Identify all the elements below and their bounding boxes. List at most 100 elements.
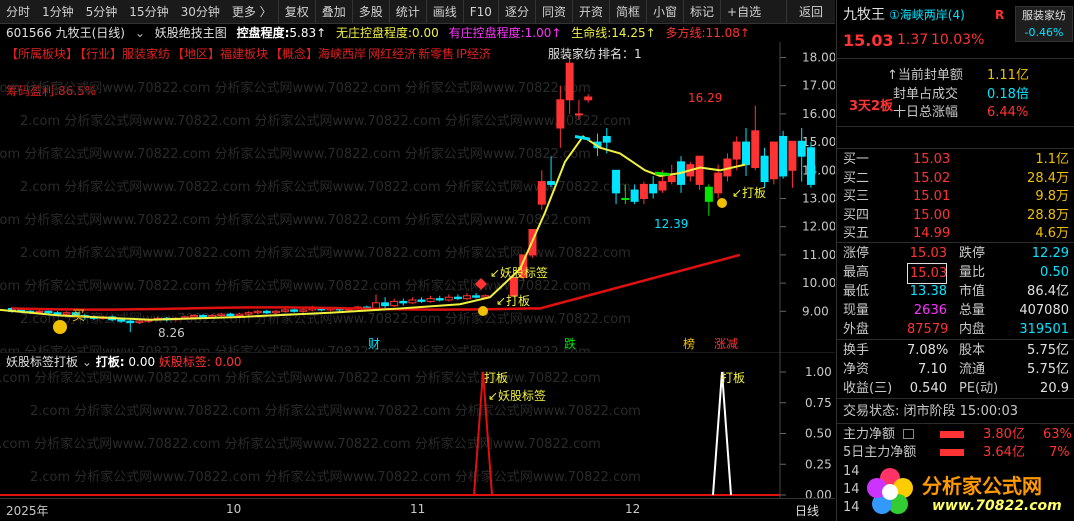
candle [565, 62, 574, 101]
stock-code-name[interactable]: 601566 九牧王(日线) [6, 26, 125, 40]
stat-label: PE(动) [959, 381, 999, 396]
stat-value: 2636 [913, 303, 947, 318]
dab-label: 打板 [721, 371, 745, 385]
toolbar-multi-stock-button[interactable]: 多股 [351, 0, 389, 24]
candle [381, 302, 390, 307]
candle [126, 320, 135, 324]
dab-label: 打板: [95, 355, 125, 369]
toolbar-intraday-button[interactable]: 分时 [0, 0, 36, 24]
toolbar-tick-button[interactable]: 逐分 [497, 0, 535, 24]
bang-label: 榜 [683, 336, 695, 351]
candle [417, 299, 426, 302]
multi-value: 11.08↑ [705, 26, 750, 40]
toolbar-statistics-button[interactable]: 统计 [388, 0, 426, 24]
bid-row: 买四 15.00 28.8万 [837, 206, 1074, 225]
formula-name[interactable]: 妖股绝技主图 [155, 26, 227, 40]
toolbar: 分时 1分钟 5分钟 15分钟 30分钟 更多 〉复权 叠加 多股 统计 画线 F10 逐分 同资 开资简… [0, 0, 835, 24]
watermark: 2.com 分析家公式网www.70822.com 分析家公式网www.7082… [0, 80, 591, 96]
candle [584, 96, 593, 101]
toolbar-overlay-button[interactable]: 叠加 [314, 0, 352, 24]
candle [399, 300, 408, 304]
toolbar-15min-button[interactable]: 15分钟 [123, 0, 174, 24]
sector-name: 服装家纺 [1022, 9, 1066, 22]
candle [453, 296, 462, 300]
toolbar-30min-button[interactable]: 30分钟 [175, 0, 226, 24]
kline-chart[interactable]: 18.00 17.00 16.00 15.00 14.00 13.00 12.00 11.00… [0, 42, 835, 352]
r-badge: R [995, 8, 1005, 22]
toolbar-draw-line-button[interactable]: 画线 [425, 0, 463, 24]
toolbar-f10-button[interactable]: F10 [462, 0, 498, 24]
candle [444, 296, 453, 301]
period-button[interactable]: 日线 [795, 502, 819, 519]
indicator-info-bar: 601566 九牧王(日线) ⌄ 妖股绝技主图 控盘程度:5.83↑ 无庄控盘程… [0, 24, 835, 42]
sub-title[interactable]: 妖股标签打板 [6, 355, 78, 369]
toolbar-restore-rights-button[interactable]: 复权 [277, 0, 315, 24]
rank-label: 排名：1 [598, 46, 642, 61]
candle [779, 135, 788, 177]
bid-volume: 9.8万 [1035, 189, 1069, 204]
y-axis-label: 14.00 [802, 163, 835, 177]
stat-row: 涨停 15.03 跌停 12.29 [837, 244, 1074, 263]
y-axis-label: 11.00 [802, 248, 835, 262]
sub-chart[interactable]: 1.000.750.500.250.002.com 分析家公式网www.7082… [0, 352, 835, 498]
bid-row: 买五 14.99 4.6万 [837, 224, 1074, 243]
y-axis-label: 17.00 [802, 79, 835, 93]
candle [390, 300, 399, 307]
stat-row: 最低 13.38 市值 86.4亿 [837, 282, 1074, 301]
toolbar-mark-button[interactable]: 标记 [683, 0, 720, 24]
toolbar-simple-frame-button[interactable]: 简框 [608, 0, 646, 24]
bid-label: 买四 [843, 207, 870, 223]
candle [547, 181, 556, 185]
stat-value: 15.03 [909, 246, 947, 261]
concept-badge[interactable]: ①海峡两岸(4) [889, 6, 965, 25]
candle [760, 155, 769, 183]
yao-value: 0.00 [214, 355, 242, 369]
toolbar-small-window-button[interactable]: 小窗 [646, 0, 683, 24]
bid-price: 14.99 [913, 226, 951, 241]
bid-label: 买三 [843, 189, 870, 204]
candle [235, 313, 244, 317]
stat-value: 5.75亿 [1027, 362, 1069, 377]
price-change: 1.37 [897, 32, 929, 48]
bid-row: 买二 15.02 28.4万 [837, 169, 1074, 188]
toolbar-same-fund-button[interactable]: 同资 [534, 0, 572, 24]
main-net-bar [940, 431, 964, 438]
dab-label: ↙打板 [732, 186, 766, 200]
five-day-label: 5日主力净额 [843, 445, 917, 460]
zhangjian-label: 涨减 [714, 336, 738, 351]
candle [262, 310, 271, 314]
stat-row: 净资 7.10 流通 5.75亿 [837, 360, 1074, 379]
chevron-icon[interactable]: ⌄ [82, 355, 92, 369]
chevron-icon[interactable]: ⌄ [135, 26, 145, 40]
toolbar-open-fund-button[interactable]: 开资 [571, 0, 609, 24]
sub-y-label: 0.75 [805, 396, 832, 410]
list-icon[interactable] [903, 429, 914, 439]
flower-logo-icon [867, 468, 913, 514]
stat-label: 净资 [843, 362, 870, 377]
yao-label: 妖股标签: [158, 355, 211, 369]
five-day-bar [940, 449, 964, 456]
year-label: 2025年 [6, 504, 49, 518]
candle [649, 183, 658, 194]
candle [630, 189, 639, 202]
toolbar-5min-button[interactable]: 5分钟 [80, 0, 124, 24]
money-bag-icon [478, 306, 488, 316]
bid-volume: 1.1亿 [1035, 152, 1069, 167]
stat-row: 收益(三) 0.540 PE(动) 20.9 [837, 379, 1074, 398]
candle [714, 172, 723, 194]
bid-price: 15.03 [913, 152, 951, 167]
five-day-value: 3.64亿 [983, 445, 1025, 460]
toolbar-add-watch-button[interactable]: +自选 [720, 0, 767, 24]
dab-label: 打板 [484, 371, 508, 385]
stat-row: 换手 7.08% 股本 5.75亿 [837, 341, 1074, 360]
hasctrl-value: 1.00↑ [524, 26, 562, 40]
candle [199, 315, 208, 318]
candle [695, 155, 704, 185]
toolbar-1min-button[interactable]: 1分钟 [36, 0, 80, 24]
date-axis: 2025年 10 11 12 日线 [0, 498, 835, 520]
return-button[interactable]: 返回 [785, 0, 835, 24]
toolbar-more-button[interactable]: 更多 〉 [226, 0, 278, 24]
money-bag-icon [717, 198, 727, 208]
die-label: 跌 [564, 336, 576, 351]
watermark: 2.com 分析家公式网www.70822.com 分析家公式网www.7082… [0, 344, 591, 352]
